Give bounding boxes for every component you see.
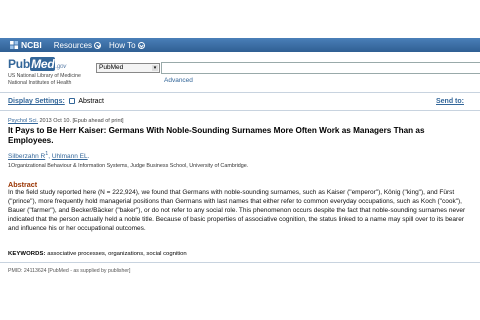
nlm-line-1: US National Library of Medicine xyxy=(8,73,81,79)
pubmed-logo-med: Med xyxy=(30,57,56,71)
resources-menu[interactable]: Resources xyxy=(53,40,102,50)
divider xyxy=(0,92,480,93)
pmid-line: PMID: 24113624 [PubMed - as supplied by … xyxy=(8,268,131,274)
author-list: Silberzahn R1, Uhlmann EL. xyxy=(8,151,90,161)
keywords-value: associative processes, organizations, so… xyxy=(47,251,187,257)
database-select[interactable]: PubMed ▾ xyxy=(96,63,160,73)
how-to-menu-label: How To xyxy=(109,40,136,50)
pubmed-logo-suffix: .gov xyxy=(55,64,67,70)
citation: Psychol Sci. 2013 Oct 10. [Epub ahead of… xyxy=(8,118,124,124)
journal-link[interactable]: Psychol Sci. xyxy=(8,118,38,124)
chevron-down-icon[interactable] xyxy=(68,98,75,104)
abstract-text: In the field study reported here (N = 22… xyxy=(8,189,466,232)
ncbi-logo-text: NCBI xyxy=(21,40,42,50)
search-input[interactable] xyxy=(161,62,480,74)
pubmed-logo-prefix: Pub xyxy=(8,57,31,71)
display-format: Abstract xyxy=(78,98,104,105)
ncbi-header-bar: NCBI Resources How To xyxy=(0,38,480,52)
author-link[interactable]: Silberzahn R xyxy=(8,153,45,160)
send-to-link[interactable]: Send to: xyxy=(436,98,464,105)
nlm-line-2: National Institutes of Health xyxy=(8,80,72,86)
display-settings-link[interactable]: Display Settings: xyxy=(8,98,65,105)
ncbi-logo[interactable]: NCBI xyxy=(10,40,42,50)
ncbi-logo-icon xyxy=(10,41,19,49)
divider xyxy=(0,262,480,263)
pubmed-logo[interactable]: PubMed.gov xyxy=(8,57,66,71)
display-settings-row: Display Settings: Abstract xyxy=(8,98,104,105)
how-to-menu[interactable]: How To xyxy=(109,41,145,50)
chevron-down-icon xyxy=(137,41,145,49)
database-select-value: PubMed xyxy=(99,64,124,71)
affiliation: 1Organizational Behaviour & Information … xyxy=(8,163,249,169)
citation-details: 2013 Oct 10. [Epub ahead of print] xyxy=(39,118,124,124)
divider xyxy=(0,110,480,111)
resources-menu-label: Resources xyxy=(53,40,93,50)
chevron-updown-icon: ▾ xyxy=(152,65,158,71)
advanced-search-link[interactable]: Advanced xyxy=(164,77,193,84)
author-link[interactable]: Uhlmann EL xyxy=(52,153,88,160)
keywords-label: KEYWORDS: xyxy=(8,251,46,257)
article-title: It Pays to Be Herr Kaiser: Germans With … xyxy=(8,126,425,145)
keywords: KEYWORDS: associative processes, organiz… xyxy=(8,251,187,257)
chevron-down-icon xyxy=(94,41,102,49)
